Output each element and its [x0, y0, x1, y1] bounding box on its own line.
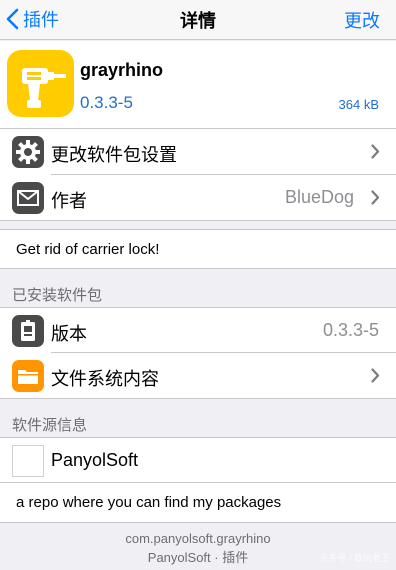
- gear-icon: [12, 136, 44, 168]
- modify-button[interactable]: 更改: [344, 7, 380, 33]
- version-label: 版本: [51, 324, 87, 344]
- mail-icon: [12, 182, 44, 214]
- package-identifier: com.panyolsoft.grayrhino: [125, 531, 271, 546]
- drill-icon: [7, 50, 74, 117]
- version-row: 版本 0.3.3-5: [0, 307, 396, 353]
- folder-icon: [12, 360, 44, 392]
- repo-name: PanyolSoft: [51, 450, 139, 470]
- package-description: Get rid of carrier lock!: [0, 229, 396, 269]
- package-settings-row[interactable]: 更改软件包设置: [0, 129, 396, 175]
- author-label: 作者: [51, 191, 87, 211]
- filesystem-contents-row[interactable]: 文件系统内容: [0, 353, 396, 399]
- package-size: 364 kB: [338, 97, 379, 112]
- package-version: 0.3.3-5: [80, 93, 133, 112]
- chevron-right-icon: [371, 144, 380, 159]
- watermark: 头条号 / 数码老王: [319, 553, 390, 563]
- page-title: 详情: [180, 11, 216, 31]
- chevron-right-icon: [371, 368, 380, 383]
- source-section-header: 软件源信息: [12, 417, 88, 434]
- filesystem-contents-label: 文件系统内容: [51, 369, 159, 389]
- author-value: BlueDog: [284, 187, 354, 207]
- version-value: 0.3.3-5: [322, 320, 379, 340]
- package-icon: [12, 315, 44, 347]
- package-name: grayrhino: [80, 60, 164, 80]
- repo-row[interactable]: PanyolSoft: [0, 437, 396, 483]
- package-header: grayrhino 0.3.3-5 364 kB: [0, 41, 396, 129]
- navigation-bar: 插件 详情 更改: [0, 0, 396, 40]
- repo-description-box: a repo where you can find my packages: [0, 483, 396, 523]
- installed-section-header: 已安装软件包: [12, 287, 103, 304]
- repo-description: a repo where you can find my packages: [16, 494, 282, 511]
- description-text: Get rid of carrier lock!: [16, 241, 160, 258]
- author-row[interactable]: 作者 BlueDog: [0, 175, 396, 221]
- chevron-right-icon: [371, 190, 380, 205]
- package-settings-label: 更改软件包设置: [51, 145, 177, 165]
- repo-icon: [12, 445, 44, 477]
